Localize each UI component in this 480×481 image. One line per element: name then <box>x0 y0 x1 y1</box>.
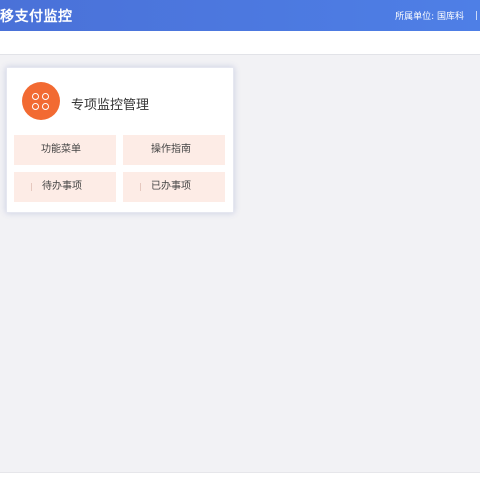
tile-label: 功能菜单 <box>41 144 81 155</box>
app-title: 移支付监控 <box>0 9 73 25</box>
header-divider <box>476 11 477 20</box>
divider-mark <box>140 183 141 191</box>
divider-mark <box>31 183 32 191</box>
function-menu-button[interactable]: 功能菜单 <box>14 135 116 165</box>
unit-label: 所属单位: <box>395 12 435 22</box>
tile-label: 待办事项 <box>42 181 82 192</box>
apps-icon <box>22 82 60 120</box>
unit-info: 所属单位: 国库科 <box>395 9 464 22</box>
operation-guide-button[interactable]: 操作指南 <box>123 135 225 165</box>
top-header-bar: 移支付监控 所属单位: 国库科 <box>0 0 480 31</box>
unit-value: 国库科 <box>436 12 464 22</box>
todo-items-button[interactable]: 待办事项 <box>14 172 116 202</box>
card-title: 专项监控管理 <box>71 98 150 113</box>
done-items-button[interactable]: 已办事项 <box>123 172 225 202</box>
tile-label: 操作指南 <box>151 144 191 155</box>
sub-navigation-bar <box>0 31 480 55</box>
tile-label: 已办事项 <box>151 181 191 192</box>
special-monitoring-card: 专项监控管理 功能菜单 操作指南 待办事项 已办事项 <box>6 67 234 213</box>
